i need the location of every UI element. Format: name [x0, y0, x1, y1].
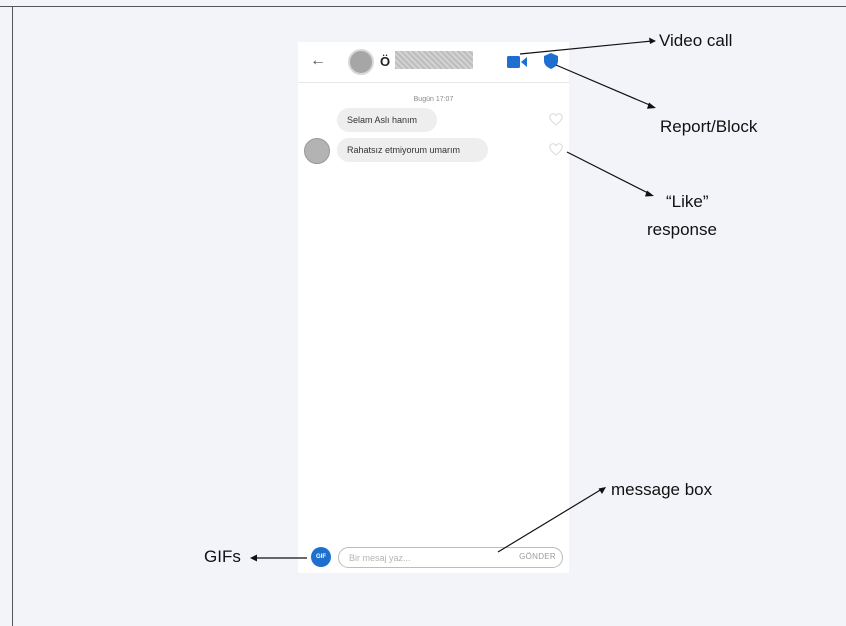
contact-avatar[interactable]: [348, 49, 374, 75]
arrowhead: [647, 102, 656, 109]
chat-screen: ← Ö Bugün 17:07 Selam Aslı hanım Rahatsı…: [298, 42, 569, 573]
heart-icon[interactable]: [549, 143, 563, 156]
arrowhead: [649, 37, 656, 44]
message-bubble: Rahatsız etmiyorum umarım: [337, 138, 488, 162]
arrowhead: [598, 487, 606, 494]
annotation-video-call: Video call: [659, 31, 733, 50]
annotation-like-response: response: [647, 220, 717, 239]
report-block-arrow: [555, 64, 653, 107]
message-bubble: Selam Aslı hanım: [337, 108, 437, 132]
shield-icon[interactable]: [544, 53, 558, 69]
annotation-report-block: Report/Block: [660, 117, 758, 136]
arrow-left-icon[interactable]: ←: [310, 52, 326, 70]
frame-top-border: [0, 6, 846, 7]
video-camera-icon[interactable]: [507, 56, 527, 68]
chat-header: ← Ö: [298, 42, 569, 83]
gif-button[interactable]: GIF: [311, 547, 331, 567]
contact-name: Ö: [380, 54, 391, 69]
arrowhead: [250, 554, 257, 562]
message-input[interactable]: [349, 550, 499, 565]
arrowhead: [645, 190, 654, 197]
annotation-like: “Like”: [666, 192, 709, 211]
like-arrow: [566, 151, 651, 195]
sender-avatar[interactable]: [304, 138, 330, 164]
heart-icon[interactable]: [549, 113, 563, 126]
annotation-gifs: GIFs: [204, 547, 241, 566]
annotation-message-box: message box: [611, 480, 713, 499]
message-timestamp: Bugün 17:07: [413, 96, 454, 103]
frame-left-border: [12, 6, 13, 626]
message-box[interactable]: GÖNDER: [338, 547, 563, 568]
redacted-name-block: [395, 51, 473, 69]
send-button[interactable]: GÖNDER: [519, 552, 556, 561]
